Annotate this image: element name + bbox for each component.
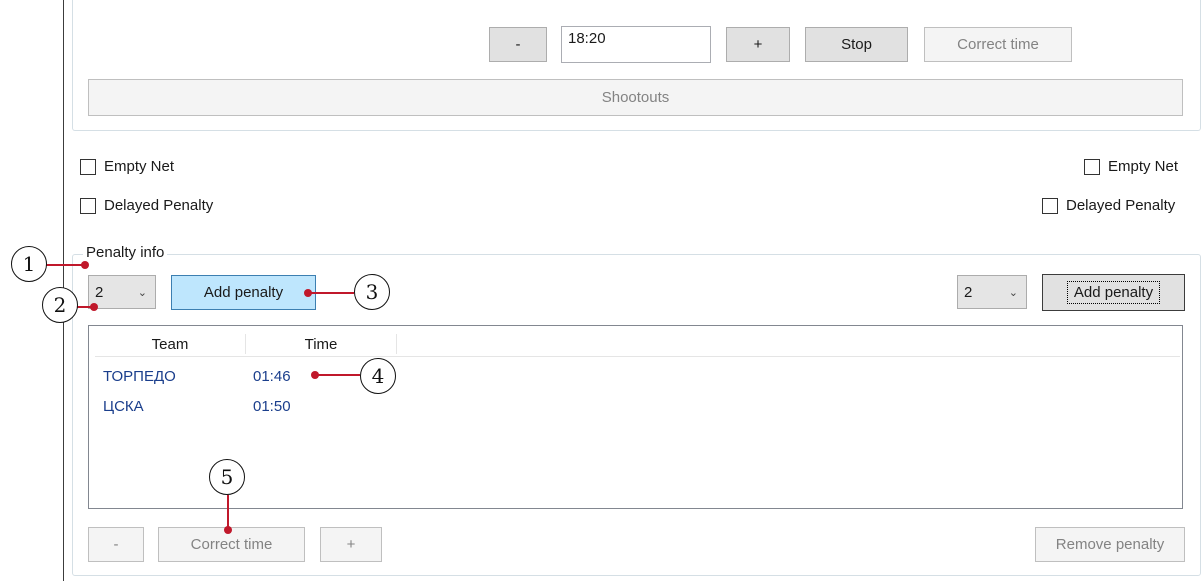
callout-5: 5 [209,459,245,495]
callout-dot [224,526,232,534]
left-penalty-minutes-select[interactable]: 2 ⌄ [88,275,156,309]
callout-line [316,374,360,376]
stop-button[interactable]: Stop [805,27,908,62]
callout-4: 4 [360,358,396,394]
checkbox-box[interactable] [1042,197,1058,214]
shootouts-button[interactable]: Shootouts [88,79,1183,116]
checkbox-box[interactable] [80,197,96,214]
game-time-input[interactable]: 18:20 [561,26,711,63]
callout-1: 1 [11,246,47,282]
penalty-minus-button[interactable]: - [88,527,144,562]
right-penalty-minutes-select[interactable]: 2 ⌄ [957,275,1027,309]
list-item[interactable]: ТОРПЕДО 01:46 [95,366,395,390]
penalty-list[interactable]: Team Time ТОРПЕДО 01:46 ЦСКА 01:50 [88,325,1183,509]
callout-dot [90,303,98,311]
penalty-time: 01:46 [253,368,291,385]
list-item[interactable]: ЦСКА 01:50 [95,396,395,420]
chevron-down-icon: ⌄ [1008,286,1018,299]
right-add-penalty-button[interactable]: Add penalty [1042,274,1185,311]
callout-2: 2 [42,287,78,323]
penalty-team: ЦСКА [103,398,144,415]
correct-time-button[interactable]: Correct time [924,27,1072,62]
column-separator[interactable] [396,334,397,354]
callout-dot [304,289,312,297]
left-empty-net-checkbox[interactable]: Empty Net [80,158,174,175]
checkbox-box[interactable] [1084,158,1100,175]
penalty-time: 01:50 [253,398,291,415]
remove-penalty-button[interactable]: Remove penalty [1035,527,1185,562]
right-delayed-penalty-checkbox[interactable]: Delayed Penalty [1042,197,1175,214]
penalty-plus-button[interactable]: + [320,527,382,562]
left-delayed-penalty-checkbox[interactable]: Delayed Penalty [80,197,213,214]
callout-line [306,292,354,294]
callout-3: 3 [354,274,390,310]
timer-plus-button[interactable]: + [726,27,790,62]
checkbox-box[interactable] [80,158,96,175]
penalty-info-title: Penalty info [83,244,168,261]
column-header-team[interactable]: Team [95,332,245,356]
callout-dot [81,261,89,269]
right-empty-net-checkbox[interactable]: Empty Net [1084,158,1178,175]
penalty-correct-time-button[interactable]: Correct time [158,527,305,562]
penalty-team: ТОРПЕДО [103,368,176,385]
callout-line [44,264,85,266]
chevron-down-icon: ⌄ [137,286,147,299]
callout-line [227,495,229,530]
callout-dot [311,371,319,379]
penalty-list-header: Team Time [95,332,1180,357]
timer-minus-button[interactable]: - [489,27,547,62]
column-header-time[interactable]: Time [246,332,396,356]
left-add-penalty-button[interactable]: Add penalty [171,275,316,310]
